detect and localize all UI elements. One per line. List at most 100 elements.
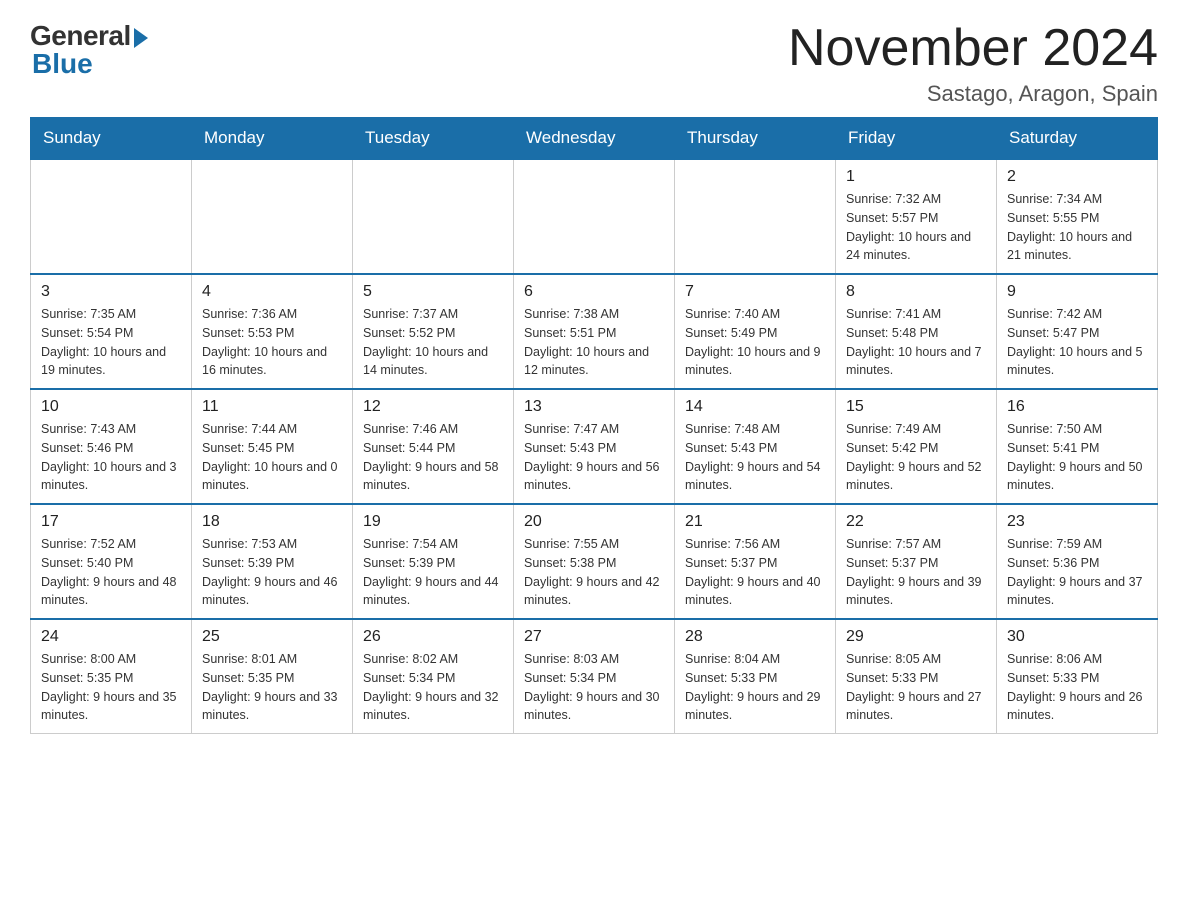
day-number: 10 xyxy=(41,398,181,416)
day-number: 15 xyxy=(846,398,986,416)
weekday-header-tuesday: Tuesday xyxy=(353,118,514,160)
day-info: Sunrise: 7:38 AMSunset: 5:51 PMDaylight:… xyxy=(524,305,664,380)
day-info: Sunrise: 7:59 AMSunset: 5:36 PMDaylight:… xyxy=(1007,535,1147,610)
day-info: Sunrise: 8:03 AMSunset: 5:34 PMDaylight:… xyxy=(524,650,664,725)
day-info: Sunrise: 7:53 AMSunset: 5:39 PMDaylight:… xyxy=(202,535,342,610)
weekday-header-saturday: Saturday xyxy=(997,118,1158,160)
week-row-2: 3 Sunrise: 7:35 AMSunset: 5:54 PMDaylight… xyxy=(31,274,1158,389)
day-number: 25 xyxy=(202,628,342,646)
location-subtitle: Sastago, Aragon, Spain xyxy=(788,81,1158,107)
day-number: 17 xyxy=(41,513,181,531)
day-info: Sunrise: 7:37 AMSunset: 5:52 PMDaylight:… xyxy=(363,305,503,380)
calendar-cell: 23Sunrise: 7:59 AMSunset: 5:36 PMDayligh… xyxy=(997,504,1158,619)
weekday-header-friday: Friday xyxy=(836,118,997,160)
calendar-cell: 4 Sunrise: 7:36 AMSunset: 5:53 PMDaylight… xyxy=(192,274,353,389)
calendar-cell: 9 Sunrise: 7:42 AMSunset: 5:47 PMDaylight… xyxy=(997,274,1158,389)
day-info: Sunrise: 7:56 AMSunset: 5:37 PMDaylight:… xyxy=(685,535,825,610)
day-info: Sunrise: 8:04 AMSunset: 5:33 PMDaylight:… xyxy=(685,650,825,725)
logo-arrow-icon xyxy=(134,28,148,48)
calendar-cell: 3 Sunrise: 7:35 AMSunset: 5:54 PMDaylight… xyxy=(31,274,192,389)
day-info: Sunrise: 7:32 AMSunset: 5:57 PMDaylight:… xyxy=(846,190,986,265)
day-info: Sunrise: 7:40 AMSunset: 5:49 PMDaylight:… xyxy=(685,305,825,380)
calendar-table: SundayMondayTuesdayWednesdayThursdayFrid… xyxy=(30,117,1158,734)
calendar-cell: 11 Sunrise: 7:44 AMSunset: 5:45 PMDayligh… xyxy=(192,389,353,504)
day-info: Sunrise: 7:57 AMSunset: 5:37 PMDaylight:… xyxy=(846,535,986,610)
day-info: Sunrise: 7:47 AMSunset: 5:43 PMDaylight:… xyxy=(524,420,664,495)
calendar-cell: 6 Sunrise: 7:38 AMSunset: 5:51 PMDaylight… xyxy=(514,274,675,389)
calendar-cell: 10 Sunrise: 7:43 AMSunset: 5:46 PMDayligh… xyxy=(31,389,192,504)
weekday-header-monday: Monday xyxy=(192,118,353,160)
day-info: Sunrise: 7:34 AMSunset: 5:55 PMDaylight:… xyxy=(1007,190,1147,265)
calendar-cell: 5 Sunrise: 7:37 AMSunset: 5:52 PMDaylight… xyxy=(353,274,514,389)
day-number: 4 xyxy=(202,283,342,301)
calendar-cell: 18Sunrise: 7:53 AMSunset: 5:39 PMDayligh… xyxy=(192,504,353,619)
day-info: Sunrise: 7:44 AMSunset: 5:45 PMDaylight:… xyxy=(202,420,342,495)
day-number: 5 xyxy=(363,283,503,301)
calendar-cell xyxy=(31,159,192,274)
day-number: 24 xyxy=(41,628,181,646)
calendar-cell xyxy=(514,159,675,274)
day-info: Sunrise: 8:00 AMSunset: 5:35 PMDaylight:… xyxy=(41,650,181,725)
calendar-cell: 14Sunrise: 7:48 AMSunset: 5:43 PMDayligh… xyxy=(675,389,836,504)
day-info: Sunrise: 8:05 AMSunset: 5:33 PMDaylight:… xyxy=(846,650,986,725)
day-number: 28 xyxy=(685,628,825,646)
day-number: 26 xyxy=(363,628,503,646)
day-number: 22 xyxy=(846,513,986,531)
day-info: Sunrise: 8:01 AMSunset: 5:35 PMDaylight:… xyxy=(202,650,342,725)
calendar-cell: 16Sunrise: 7:50 AMSunset: 5:41 PMDayligh… xyxy=(997,389,1158,504)
day-info: Sunrise: 7:35 AMSunset: 5:54 PMDaylight:… xyxy=(41,305,181,380)
day-info: Sunrise: 7:43 AMSunset: 5:46 PMDaylight:… xyxy=(41,420,181,495)
calendar-cell: 26Sunrise: 8:02 AMSunset: 5:34 PMDayligh… xyxy=(353,619,514,734)
week-row-5: 24 Sunrise: 8:00 AMSunset: 5:35 PMDayligh… xyxy=(31,619,1158,734)
calendar-cell xyxy=(675,159,836,274)
day-number: 29 xyxy=(846,628,986,646)
day-info: Sunrise: 8:06 AMSunset: 5:33 PMDaylight:… xyxy=(1007,650,1147,725)
calendar-cell: 24 Sunrise: 8:00 AMSunset: 5:35 PMDayligh… xyxy=(31,619,192,734)
day-number: 14 xyxy=(685,398,825,416)
day-number: 16 xyxy=(1007,398,1147,416)
calendar-cell: 22 Sunrise: 7:57 AMSunset: 5:37 PMDayligh… xyxy=(836,504,997,619)
week-row-1: 1 Sunrise: 7:32 AMSunset: 5:57 PMDaylight… xyxy=(31,159,1158,274)
day-number: 30 xyxy=(1007,628,1147,646)
calendar-cell: 30 Sunrise: 8:06 AMSunset: 5:33 PMDayligh… xyxy=(997,619,1158,734)
day-info: Sunrise: 7:55 AMSunset: 5:38 PMDaylight:… xyxy=(524,535,664,610)
day-info: Sunrise: 7:52 AMSunset: 5:40 PMDaylight:… xyxy=(41,535,181,610)
day-info: Sunrise: 7:49 AMSunset: 5:42 PMDaylight:… xyxy=(846,420,986,495)
calendar-cell: 1 Sunrise: 7:32 AMSunset: 5:57 PMDaylight… xyxy=(836,159,997,274)
day-number: 3 xyxy=(41,283,181,301)
week-row-4: 17 Sunrise: 7:52 AMSunset: 5:40 PMDayligh… xyxy=(31,504,1158,619)
day-number: 19 xyxy=(363,513,503,531)
weekday-header-row: SundayMondayTuesdayWednesdayThursdayFrid… xyxy=(31,118,1158,160)
title-block: November 2024 Sastago, Aragon, Spain xyxy=(788,20,1158,107)
calendar-cell: 2 Sunrise: 7:34 AMSunset: 5:55 PMDaylight… xyxy=(997,159,1158,274)
calendar-cell: 8 Sunrise: 7:41 AMSunset: 5:48 PMDaylight… xyxy=(836,274,997,389)
calendar-cell xyxy=(353,159,514,274)
calendar-cell: 19Sunrise: 7:54 AMSunset: 5:39 PMDayligh… xyxy=(353,504,514,619)
day-number: 2 xyxy=(1007,168,1147,186)
weekday-header-sunday: Sunday xyxy=(31,118,192,160)
day-number: 1 xyxy=(846,168,986,186)
day-info: Sunrise: 7:41 AMSunset: 5:48 PMDaylight:… xyxy=(846,305,986,380)
day-info: Sunrise: 7:42 AMSunset: 5:47 PMDaylight:… xyxy=(1007,305,1147,380)
week-row-3: 10 Sunrise: 7:43 AMSunset: 5:46 PMDayligh… xyxy=(31,389,1158,504)
day-number: 27 xyxy=(524,628,664,646)
calendar-cell: 27 Sunrise: 8:03 AMSunset: 5:34 PMDayligh… xyxy=(514,619,675,734)
calendar-cell: 28 Sunrise: 8:04 AMSunset: 5:33 PMDayligh… xyxy=(675,619,836,734)
day-number: 20 xyxy=(524,513,664,531)
weekday-header-thursday: Thursday xyxy=(675,118,836,160)
calendar-cell: 25 Sunrise: 8:01 AMSunset: 5:35 PMDayligh… xyxy=(192,619,353,734)
calendar-cell: 20 Sunrise: 7:55 AMSunset: 5:38 PMDayligh… xyxy=(514,504,675,619)
day-number: 21 xyxy=(685,513,825,531)
calendar-cell: 21 Sunrise: 7:56 AMSunset: 5:37 PMDayligh… xyxy=(675,504,836,619)
month-year-title: November 2024 xyxy=(788,20,1158,77)
day-number: 6 xyxy=(524,283,664,301)
calendar-cell: 12Sunrise: 7:46 AMSunset: 5:44 PMDayligh… xyxy=(353,389,514,504)
day-number: 8 xyxy=(846,283,986,301)
page-header: General Blue November 2024 Sastago, Arag… xyxy=(30,20,1158,107)
day-number: 11 xyxy=(202,398,342,416)
calendar-cell xyxy=(192,159,353,274)
day-info: Sunrise: 7:36 AMSunset: 5:53 PMDaylight:… xyxy=(202,305,342,380)
calendar-cell: 13Sunrise: 7:47 AMSunset: 5:43 PMDayligh… xyxy=(514,389,675,504)
day-number: 9 xyxy=(1007,283,1147,301)
day-number: 12 xyxy=(363,398,503,416)
